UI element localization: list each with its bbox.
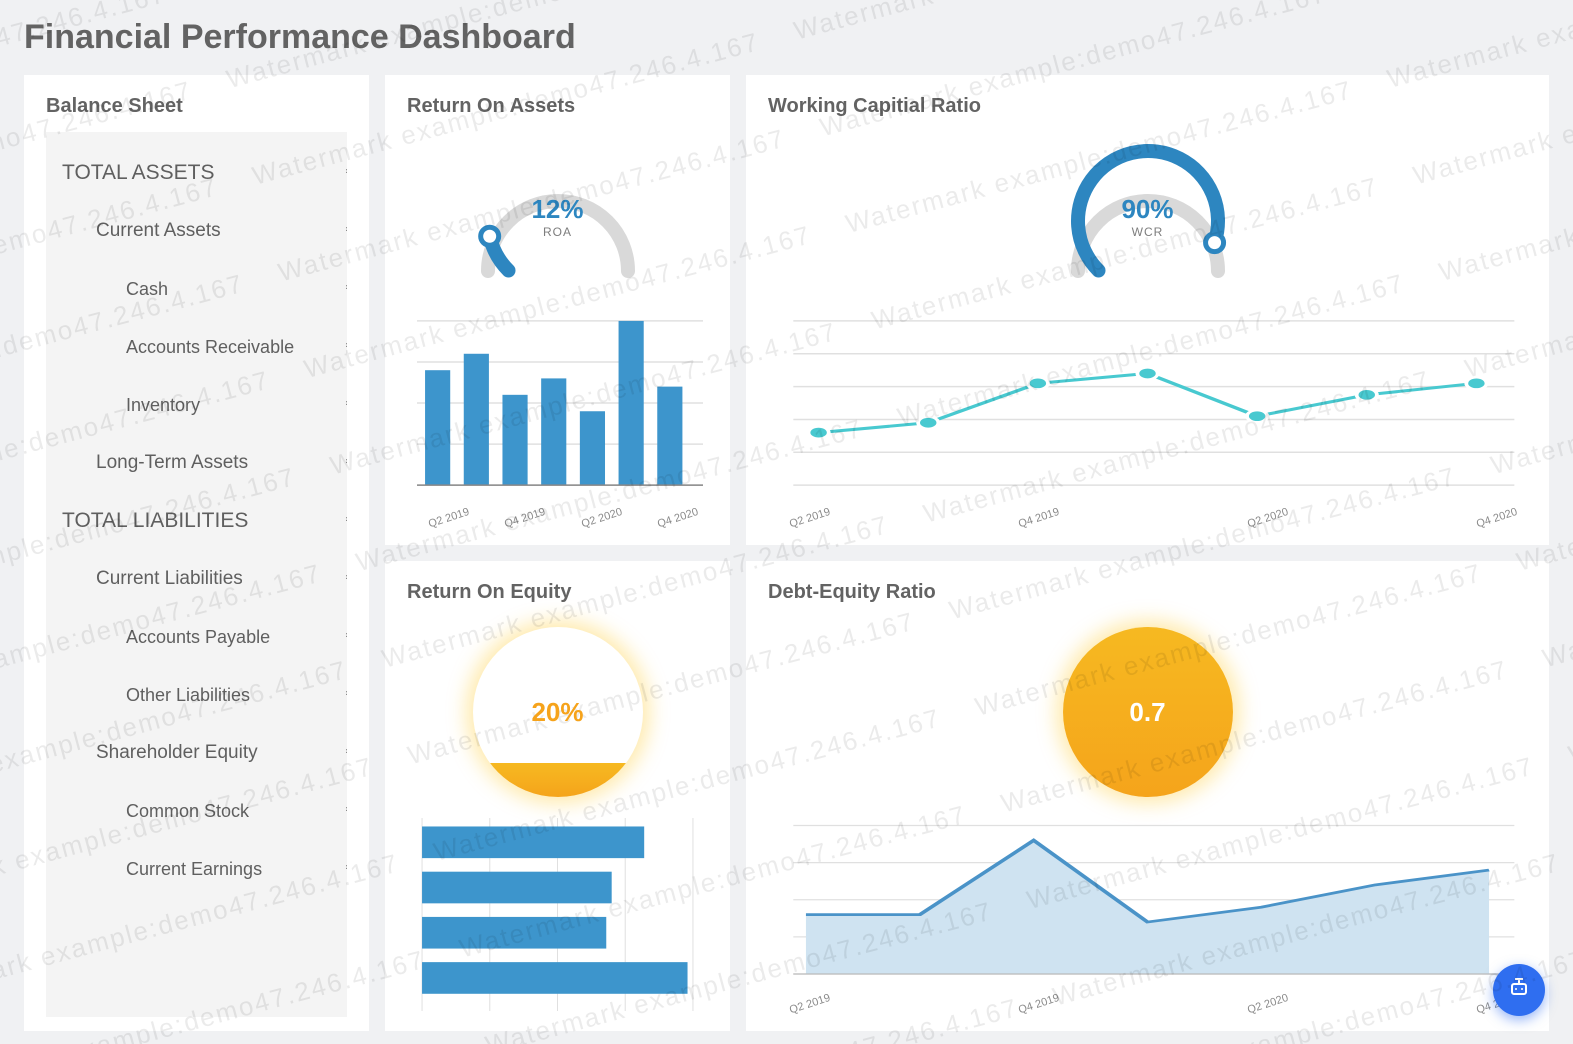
balance-row-value: € 398,630 bbox=[346, 510, 347, 532]
balance-row-value: € 156,101.4 bbox=[346, 568, 347, 590]
assistant-fab[interactable] bbox=[1493, 964, 1545, 1016]
balance-row-label: TOTAL LIABILITIES bbox=[46, 509, 346, 533]
balance-row-value: € 72,528.6 bbox=[346, 858, 347, 880]
balance-row: TOTAL ASSETS€ 398,630 bbox=[46, 144, 347, 202]
balance-row: Long-Term Assets€ 112,000 bbox=[46, 434, 347, 492]
page-title: Financial Performance Dashboard bbox=[24, 18, 1549, 57]
wcr-gauge-sub: WCR bbox=[1121, 225, 1173, 239]
der-area-chart bbox=[768, 812, 1527, 1001]
der-liquid-value: 0.7 bbox=[1129, 697, 1165, 728]
wcr-gauge-value: 90% bbox=[1121, 194, 1173, 225]
balance-row-label: Inventory bbox=[46, 395, 346, 416]
wcr-line-chart bbox=[768, 306, 1527, 515]
card-wcr-title: Working Capitial Ratio bbox=[768, 95, 1527, 118]
balance-row-label: Shareholder Equity bbox=[46, 742, 346, 764]
balance-sheet-title: Balance Sheet bbox=[46, 95, 347, 118]
der-x-axis: Q2 2019Q4 2019Q2 2020Q4 2020 bbox=[768, 1001, 1527, 1017]
balance-row: Inventory€ 84,660.8 bbox=[46, 376, 347, 434]
balance-row: Accounts Receivable€ 135,103.6 bbox=[46, 318, 347, 376]
card-roa-title: Return On Assets bbox=[407, 95, 708, 118]
balance-row-value: € 242,528.6 bbox=[346, 742, 347, 764]
card-roe: Return On Equity 20% bbox=[385, 561, 730, 1031]
balance-row-value: € 84,660.8 bbox=[346, 394, 347, 416]
robot-icon bbox=[1507, 976, 1531, 1005]
balance-row: TOTAL LIABILITIES€ 398,630 bbox=[46, 492, 347, 550]
balance-row-value: € 93,510.4 bbox=[346, 626, 347, 648]
balance-row-value: € 398,630 bbox=[346, 162, 347, 184]
card-roa: Return On Assets 12% ROA Q2 2019Q4 2019Q… bbox=[385, 75, 730, 545]
balance-row-label: Accounts Payable bbox=[46, 627, 346, 648]
balance-row-value: € 66,865.4 bbox=[346, 278, 347, 300]
balance-row-label: Common Stock bbox=[46, 801, 346, 822]
card-der: Debt-Equity Ratio 0.7 Q2 2019Q4 2019Q2 2… bbox=[746, 561, 1549, 1031]
balance-row: Current Earnings€ 72,528.6 bbox=[46, 840, 347, 898]
card-balance-sheet: Balance Sheet TOTAL ASSETS€ 398,630Curre… bbox=[24, 75, 369, 1031]
balance-row-label: Current Assets bbox=[46, 220, 346, 242]
balance-row-label: TOTAL ASSETS bbox=[46, 161, 346, 185]
balance-row-value: € 170,000 bbox=[346, 800, 347, 822]
balance-row: Cash€ 66,865.4 bbox=[46, 260, 347, 318]
roe-liquid-gauge: 20% bbox=[407, 612, 708, 812]
balance-row-label: Current Earnings bbox=[46, 859, 346, 880]
balance-row: Other Liabilities€ 62,591 bbox=[46, 666, 347, 724]
der-liquid-gauge: 0.7 bbox=[768, 612, 1527, 812]
roe-liquid-value: 20% bbox=[531, 697, 583, 728]
balance-row: Accounts Payable€ 93,510.4 bbox=[46, 608, 347, 666]
balance-row-label: Other Liabilities bbox=[46, 685, 346, 706]
roa-x-axis: Q2 2019Q4 2019Q2 2020Q4 2020 bbox=[407, 515, 708, 531]
roa-gauge-value: 12% bbox=[531, 194, 583, 225]
roa-bar-chart bbox=[407, 306, 708, 515]
balance-row: Current Liabilities€ 156,101.4 bbox=[46, 550, 347, 608]
balance-row-label: Accounts Receivable bbox=[46, 337, 346, 358]
roa-gauge: 12% ROA bbox=[407, 126, 708, 306]
card-wcr: Working Capitial Ratio 90% WCR Q2 2019Q4… bbox=[746, 75, 1549, 545]
balance-row-label: Cash bbox=[46, 279, 346, 300]
balance-row-value: € 286,630 bbox=[346, 220, 347, 242]
roa-gauge-sub: ROA bbox=[531, 225, 583, 239]
card-der-title: Debt-Equity Ratio bbox=[768, 581, 1527, 604]
balance-row: Common Stock€ 170,000 bbox=[46, 782, 347, 840]
wcr-x-axis: Q2 2019Q4 2019Q2 2020Q4 2020 bbox=[768, 515, 1527, 531]
roe-hbar-chart bbox=[407, 812, 708, 1017]
card-roe-title: Return On Equity bbox=[407, 581, 708, 604]
balance-row-label: Long-Term Assets bbox=[46, 452, 346, 474]
balance-row-value: € 135,103.6 bbox=[346, 336, 347, 358]
balance-row-label: Current Liabilities bbox=[46, 568, 346, 590]
balance-sheet-table: TOTAL ASSETS€ 398,630Current Assets€ 286… bbox=[46, 132, 347, 1017]
balance-row: Current Assets€ 286,630 bbox=[46, 202, 347, 260]
balance-row: Shareholder Equity€ 242,528.6 bbox=[46, 724, 347, 782]
balance-row-value: € 112,000 bbox=[346, 452, 347, 474]
wcr-gauge: 90% WCR bbox=[768, 126, 1527, 306]
balance-row-value: € 62,591 bbox=[346, 684, 347, 706]
